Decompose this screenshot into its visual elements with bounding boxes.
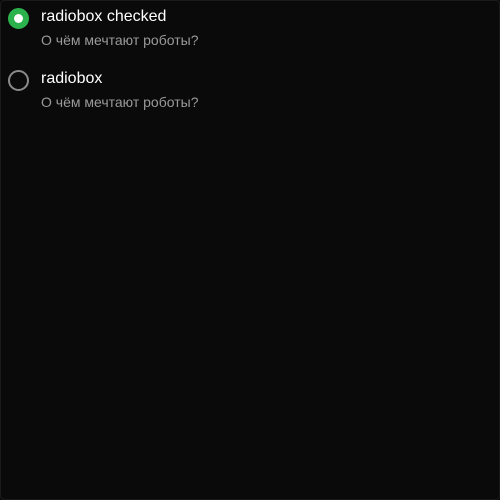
radio-option-unchecked[interactable]: radiobox О чём мечтают роботы? xyxy=(8,69,198,111)
radio-text-group: radiobox checked О чём мечтают роботы? xyxy=(41,7,198,49)
radio-label: radiobox checked xyxy=(41,8,167,25)
radio-option-checked[interactable]: radiobox checked О чём мечтают роботы? xyxy=(8,7,198,49)
radio-label: radiobox xyxy=(41,70,103,87)
radio-description: О чём мечтают роботы? xyxy=(41,94,199,110)
radio-unchecked-icon[interactable] xyxy=(8,70,29,91)
radio-description: О чём мечтают роботы? xyxy=(41,32,199,48)
radio-text-group: radiobox О чём мечтают роботы? xyxy=(41,69,198,111)
radio-checked-icon[interactable] xyxy=(8,8,29,29)
